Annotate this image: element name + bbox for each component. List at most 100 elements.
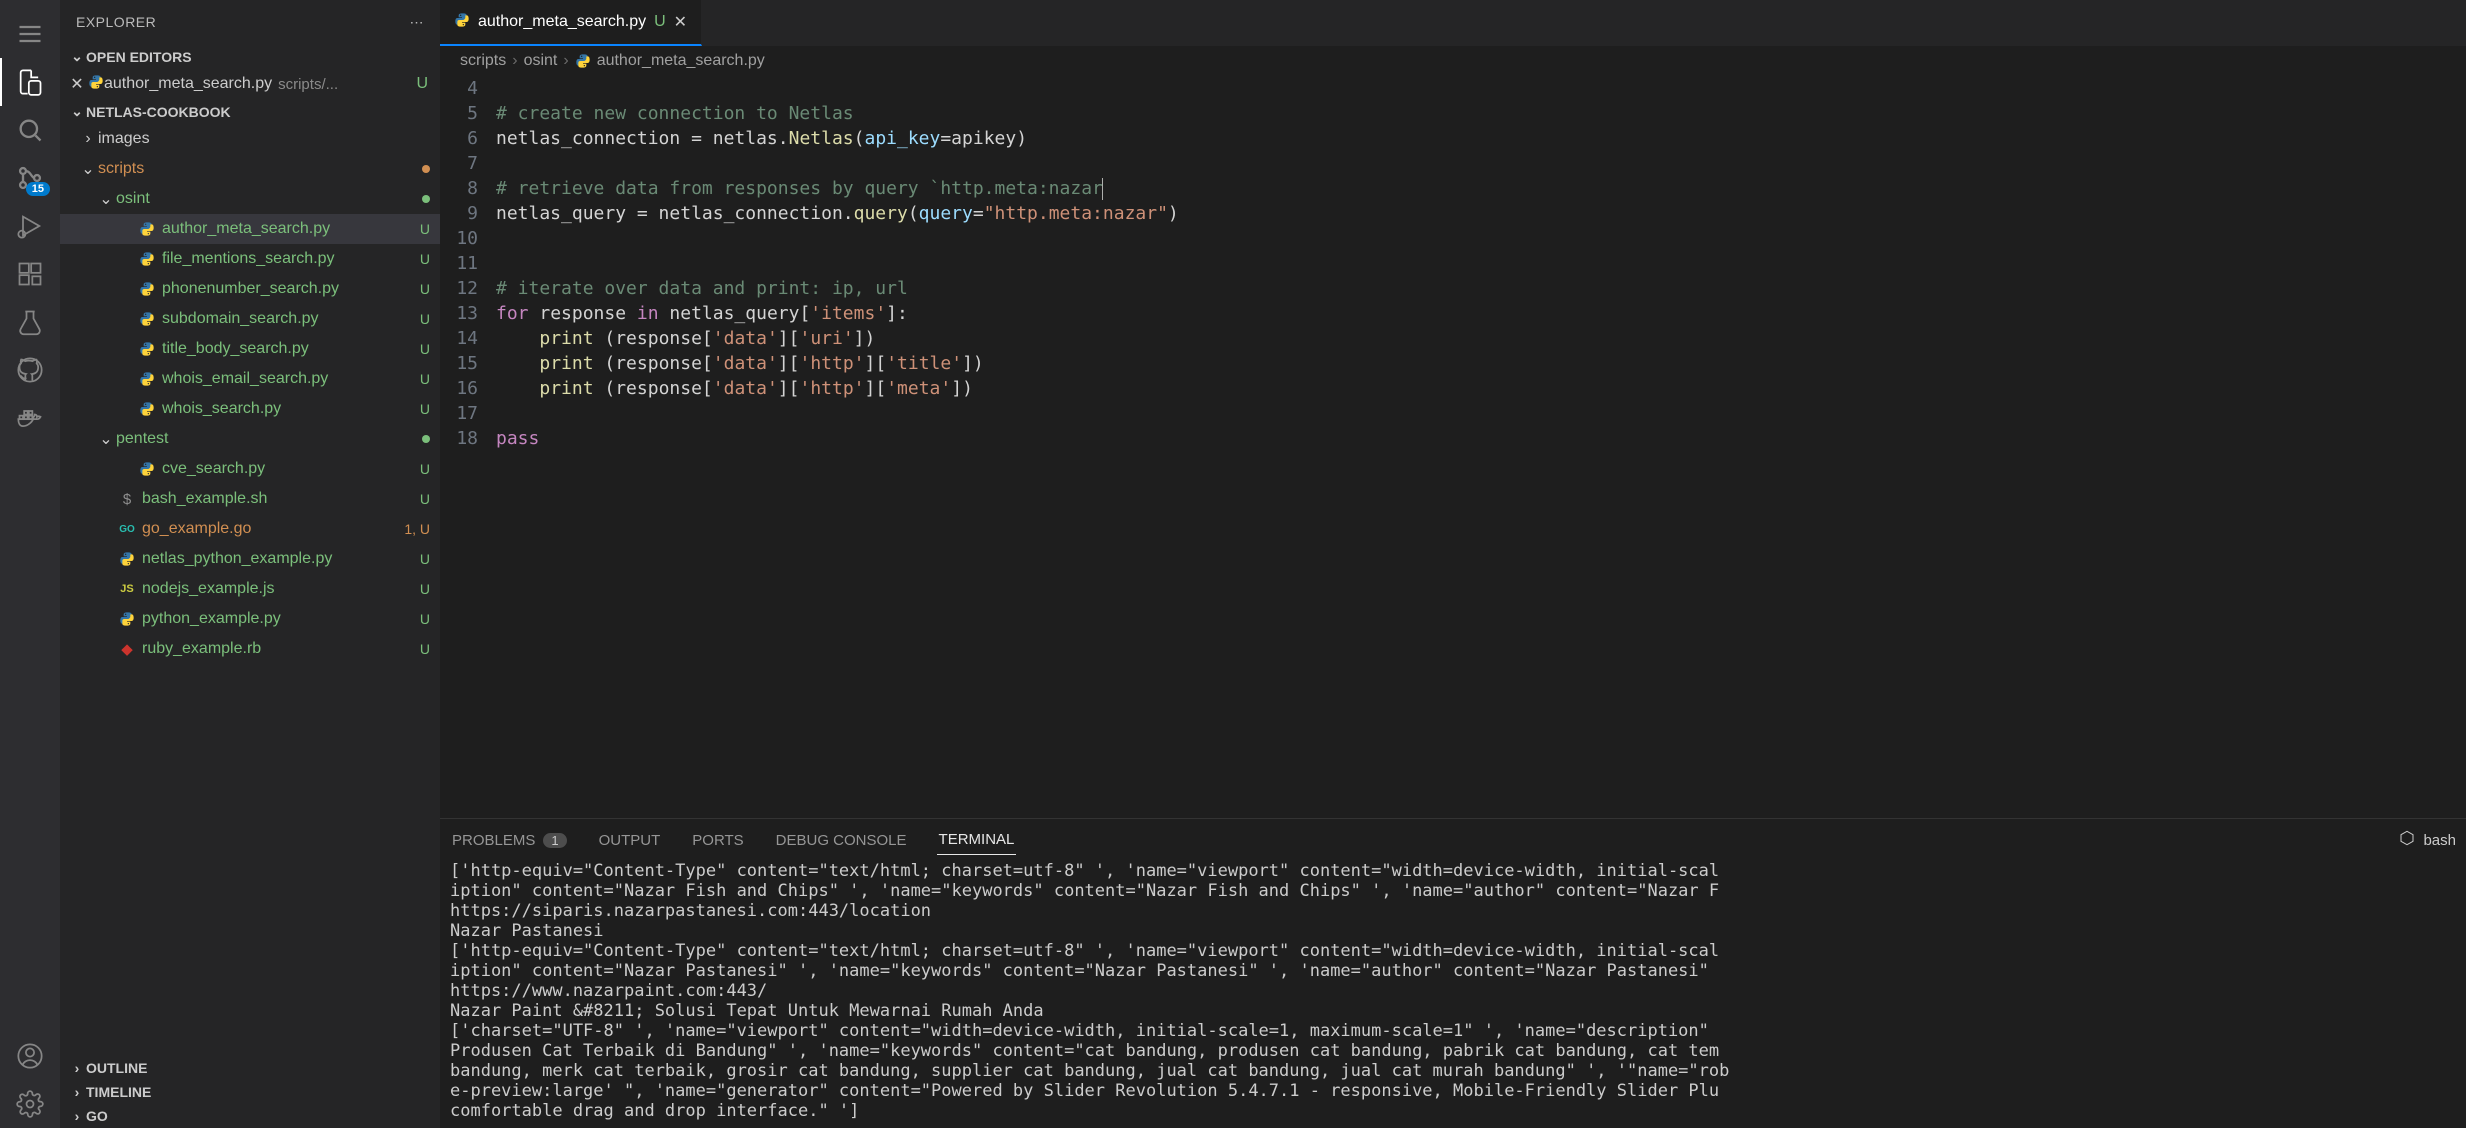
ports-tab[interactable]: PORTS: [690, 826, 745, 855]
run-debug-icon[interactable]: [6, 202, 54, 250]
sidebar-title: EXPLORER: [76, 14, 156, 30]
file-name: bash_example.sh: [142, 490, 414, 508]
tab-filename: author_meta_search.py: [478, 13, 646, 31]
file-item[interactable]: whois_email_search.pyU: [60, 364, 440, 394]
file-item[interactable]: python_example.pyU: [60, 604, 440, 634]
file-item[interactable]: GO go_example.go1, U: [60, 514, 440, 544]
file-item[interactable]: phonenumber_search.pyU: [60, 274, 440, 304]
line-number-gutter: 456789101112131415161718: [440, 76, 496, 818]
docker-icon[interactable]: [6, 394, 54, 442]
git-status: U: [414, 311, 430, 327]
open-editor-status: U: [416, 75, 434, 93]
file-item[interactable]: JSnodejs_example.jsU: [60, 574, 440, 604]
menu-icon[interactable]: [6, 10, 54, 58]
file-item[interactable]: subdomain_search.pyU: [60, 304, 440, 334]
chevron-right-icon: ›: [512, 52, 517, 70]
close-icon[interactable]: ✕: [674, 12, 687, 32]
file-item[interactable]: whois_search.pyU: [60, 394, 440, 424]
git-status: U: [414, 641, 430, 657]
file-name: whois_search.py: [162, 400, 414, 418]
sh-file-icon: $: [116, 491, 138, 508]
main-area: author_meta_search.py U ✕ scripts › osin…: [440, 0, 2466, 1128]
git-status: U: [414, 491, 430, 507]
py-file-icon: [136, 251, 158, 267]
chevron-down-icon: ⌄: [78, 159, 98, 179]
open-editor-item[interactable]: ✕ author_meta_search.py scripts/... U: [60, 69, 440, 99]
file-name: ruby_example.rb: [142, 640, 414, 658]
folder-pentest[interactable]: ⌄ pentest: [60, 424, 440, 454]
py-file-icon: [116, 551, 138, 567]
git-status: U: [414, 461, 430, 477]
file-item[interactable]: $bash_example.shU: [60, 484, 440, 514]
folder-osint[interactable]: ⌄ osint: [60, 184, 440, 214]
panel-tabs: PROBLEMS 1 OUTPUT PORTS DEBUG CONSOLE TE…: [440, 819, 2466, 861]
breadcrumb-item[interactable]: author_meta_search.py: [597, 52, 765, 70]
git-status: U: [414, 401, 430, 417]
file-name: title_body_search.py: [162, 340, 414, 358]
folder-scripts[interactable]: ⌄ scripts: [60, 154, 440, 184]
file-item[interactable]: ◆ruby_example.rbU: [60, 634, 440, 664]
untracked-dot-icon: [422, 195, 430, 203]
github-icon[interactable]: [6, 346, 54, 394]
git-status: U: [414, 551, 430, 567]
problems-tab[interactable]: PROBLEMS 1: [450, 826, 569, 855]
go-section[interactable]: › GO: [60, 1104, 440, 1128]
file-item[interactable]: file_mentions_search.pyU: [60, 244, 440, 274]
sidebar-more-icon[interactable]: ⋯: [410, 14, 425, 31]
explorer-sidebar: EXPLORER ⋯ ⌄ OPEN EDITORS ✕ author_meta_…: [60, 0, 440, 1128]
outline-section[interactable]: › OUTLINE: [60, 1056, 440, 1080]
repo-section[interactable]: ⌄ NETLAS-COOKBOOK: [60, 99, 440, 124]
file-name: cve_search.py: [162, 460, 414, 478]
breadcrumb-item[interactable]: osint: [524, 52, 558, 70]
file-item[interactable]: netlas_python_example.pyU: [60, 544, 440, 574]
file-item[interactable]: title_body_search.pyU: [60, 334, 440, 364]
code-content[interactable]: # create new connection to Netlasnetlas_…: [496, 76, 2466, 818]
go-file-icon: GO: [116, 524, 138, 535]
testing-icon[interactable]: [6, 298, 54, 346]
source-control-icon[interactable]: 15: [6, 154, 54, 202]
file-item[interactable]: author_meta_search.pyU: [60, 214, 440, 244]
timeline-section[interactable]: › TIMELINE: [60, 1080, 440, 1104]
close-icon[interactable]: ✕: [66, 74, 88, 94]
debug-console-tab[interactable]: DEBUG CONSOLE: [774, 826, 909, 855]
git-status: U: [414, 341, 430, 357]
breadcrumb-item[interactable]: scripts: [460, 52, 506, 70]
editor-tab[interactable]: author_meta_search.py U ✕: [440, 0, 702, 46]
code-editor[interactable]: 456789101112131415161718 # create new co…: [440, 76, 2466, 818]
breadcrumb[interactable]: scripts › osint › author_meta_search.py: [440, 46, 2466, 76]
rb-file-icon: ◆: [116, 640, 138, 658]
py-file-icon: [136, 461, 158, 477]
file-item[interactable]: cve_search.pyU: [60, 454, 440, 484]
terminal-shell-icon[interactable]: [2399, 830, 2415, 850]
git-status: U: [414, 581, 430, 597]
chevron-down-icon: ⌄: [68, 48, 86, 65]
chevron-right-icon: ›: [68, 1060, 86, 1076]
extensions-icon[interactable]: [6, 250, 54, 298]
py-file-icon: [136, 281, 158, 297]
open-editors-section[interactable]: ⌄ OPEN EDITORS: [60, 44, 440, 69]
py-file-icon: [136, 311, 158, 327]
py-file-icon: [136, 401, 158, 417]
terminal-shell-name[interactable]: bash: [2423, 832, 2456, 849]
terminal-output[interactable]: ['http-equiv="Content-Type" content="tex…: [440, 861, 2466, 1128]
file-name: author_meta_search.py: [162, 220, 414, 238]
activity-bar: 15: [0, 0, 60, 1128]
file-name: go_example.go: [142, 520, 398, 538]
untracked-dot-icon: [422, 435, 430, 443]
git-status: 1, U: [398, 521, 430, 537]
search-icon[interactable]: [6, 106, 54, 154]
py-file-icon: [136, 371, 158, 387]
output-tab[interactable]: OUTPUT: [597, 826, 663, 855]
terminal-tab[interactable]: TERMINAL: [937, 825, 1017, 855]
explorer-icon[interactable]: [6, 58, 54, 106]
chevron-right-icon: ›: [68, 1084, 86, 1100]
file-name: whois_email_search.py: [162, 370, 414, 388]
open-editor-path: scripts/...: [278, 76, 338, 93]
accounts-icon[interactable]: [6, 1032, 54, 1080]
settings-gear-icon[interactable]: [6, 1080, 54, 1128]
python-file-icon: [575, 53, 591, 69]
file-name: netlas_python_example.py: [142, 550, 414, 568]
git-status: U: [414, 281, 430, 297]
chevron-down-icon: ⌄: [68, 103, 86, 120]
folder-images[interactable]: › images: [60, 124, 440, 154]
